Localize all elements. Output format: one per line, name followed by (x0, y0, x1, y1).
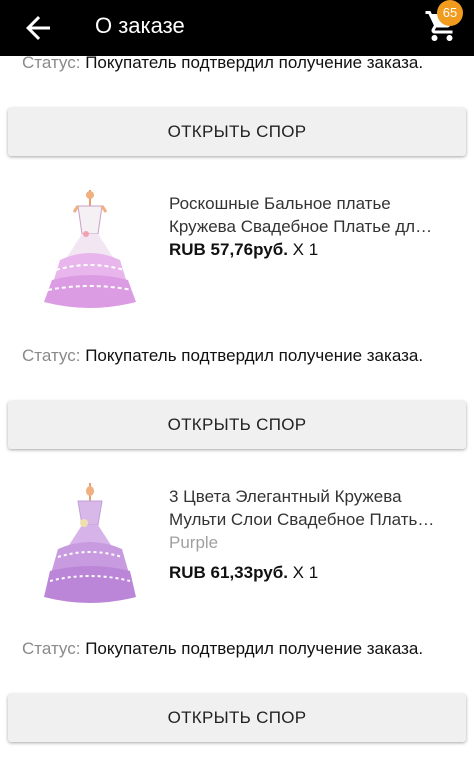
product-image (28, 483, 153, 608)
product-price: RUB 61,33руб. X 1 (169, 563, 318, 583)
status-label: Статус: (22, 639, 81, 658)
status-value: Покупатель подтвердил получение заказа. (85, 346, 424, 365)
product-price: RUB 57,76руб. X 1 (169, 240, 318, 260)
quantity: X 1 (292, 240, 319, 259)
status-label: Статус: (22, 346, 81, 365)
open-dispute-button[interactable]: ОТКРЫТЬ СПОР (8, 108, 466, 156)
order-status: Статус: Покупатель подтвердил получение … (22, 638, 442, 660)
price-value: RUB 57,76руб. (169, 240, 288, 259)
app-bar: О заказе 65 (0, 0, 474, 56)
order-status: Статус: Покупатель подтвердил получение … (22, 345, 442, 367)
cart-count-badge: 65 (437, 0, 463, 26)
price-value: RUB 61,33руб. (169, 563, 288, 582)
open-dispute-button[interactable]: ОТКРЫТЬ СПОР (8, 694, 466, 742)
product-image (28, 190, 153, 315)
quantity: X 1 (292, 563, 319, 582)
status-value: Покупатель подтвердил получение заказа. (85, 639, 424, 658)
product-name[interactable]: 3 Цвета Элегантный Кружева Мульти Слои С… (169, 485, 459, 531)
arrow-left-icon[interactable] (20, 10, 56, 46)
product-variant: Purple (169, 533, 219, 552)
product-name[interactable]: Роскошные Бальное платье Кружева Свадебн… (169, 192, 459, 238)
page-title: О заказе (95, 13, 185, 38)
open-dispute-button[interactable]: ОТКРЫТЬ СПОР (8, 401, 466, 449)
